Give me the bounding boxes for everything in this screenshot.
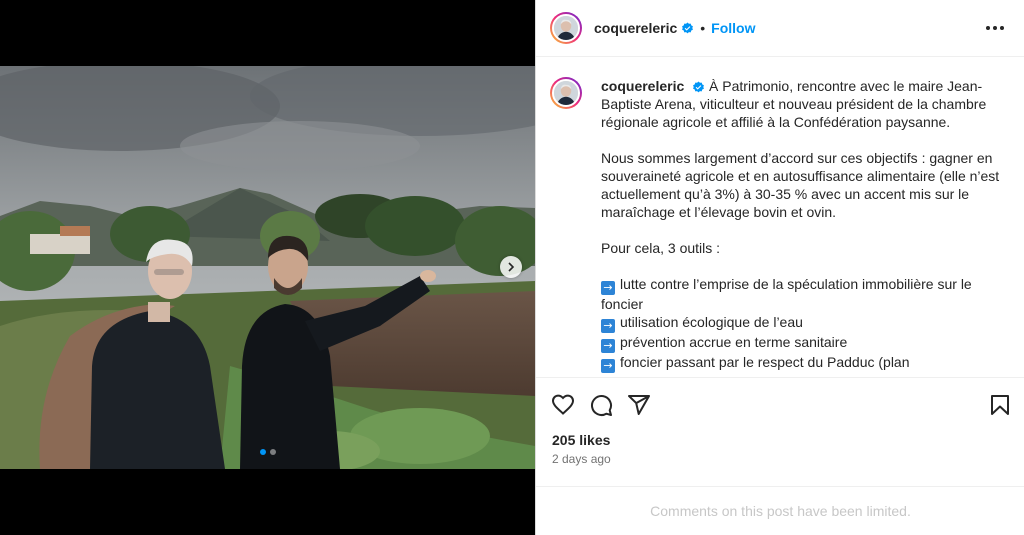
caption-bullet: → foncier passant par le respect du Paddu… [601,353,1005,377]
likes-count[interactable]: 205 likes [552,432,610,448]
caption-bullet: → prévention accrue en terme sanitaire [601,333,1005,353]
comments-limited-notice: Comments on this post have been limited. [536,486,1024,535]
post-caption: coquereleric À Patrimonio, rencontre ave… [601,77,1005,377]
follow-button[interactable]: Follow [711,20,755,36]
caption-username[interactable]: coquereleric [601,78,684,94]
carousel-dot-1 [259,449,266,455]
post-media [0,0,535,535]
save-button[interactable] [987,392,1013,418]
post-header: coquereleric • Follow [536,0,1024,57]
caption-bullet: → lutte contre l’emprise de la spéculatio… [601,276,972,312]
verified-badge-icon [693,81,705,93]
arrow-right-icon: → [601,359,615,373]
share-icon [628,395,650,415]
arrow-right-icon: → [601,339,615,353]
avatar[interactable] [550,77,582,109]
post-photo [0,66,535,469]
post-timestamp[interactable]: 2 days ago [552,452,611,466]
arrow-right-icon: → [601,319,615,333]
heart-icon [551,394,575,415]
share-button[interactable] [626,392,652,418]
separator: • [700,20,706,36]
verified-badge-icon [682,22,694,33]
arrow-right-icon: → [601,281,615,295]
carousel-dot-2 [269,449,276,455]
comment-button[interactable] [588,392,614,418]
chevron-right-icon [508,262,515,272]
more-options-icon[interactable] [982,22,1008,34]
comment-icon [591,395,612,416]
avatar[interactable] [550,12,582,44]
bookmark-icon [991,395,1009,415]
caption-bullet: → utilisation écologique de l’eau [601,313,1005,333]
like-button[interactable] [550,392,576,418]
post-sidebar: coquereleric • Follow coquereleric À Pat… [535,0,1024,535]
username[interactable]: coquereleric [594,20,677,36]
carousel-indicator [0,449,535,455]
caption-paragraph: Nous sommes largement d’accord sur ces o… [601,150,1000,220]
post-actions [536,377,1024,432]
caption-paragraph: Pour cela, 3 outils : [601,240,721,256]
comments-area: coquereleric À Patrimonio, rencontre ave… [536,57,1024,377]
carousel-next-button[interactable] [500,256,522,278]
